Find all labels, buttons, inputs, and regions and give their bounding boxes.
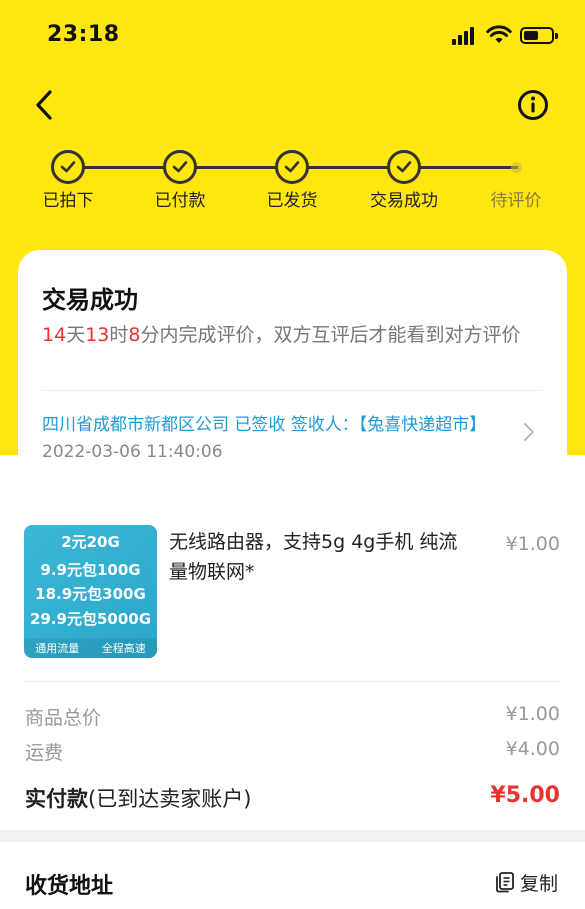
product-image-line: 18.9元包300G <box>35 585 146 603</box>
copy-icon <box>496 872 514 893</box>
logistics-timestamp: 2022-03-06 11:40:06 <box>42 442 223 462</box>
shipping-value: ¥4.00 <box>505 738 560 760</box>
step-done-check-icon <box>163 150 197 184</box>
countdown-text: 分内完成评价，双方互评后才能看到对方评价 <box>140 324 521 346</box>
order-progress: 已拍下 已付款 已发货 交易成功 待评价 <box>0 146 585 216</box>
order-status-card: 交易成功 14天13时8分内完成评价，双方互评后才能看到对方评价 四川省成都市新… <box>18 250 567 488</box>
copy-address-button[interactable]: 复制 <box>495 868 558 896</box>
product-image-line: 29.9元包5000G <box>29 610 152 628</box>
status-bar: 23:18 <box>0 0 585 74</box>
countdown-minutes: 8 <box>128 324 141 346</box>
back-arrow-icon[interactable] <box>30 88 60 122</box>
paid-total-row: 实付款(已到达卖家账户) ¥5.00 <box>25 783 560 813</box>
product-image-footer: 通用流量 全程高速 <box>24 638 157 658</box>
step-label-completed: 交易成功 <box>370 191 438 211</box>
review-countdown: 14天13时8分内完成评价，双方互评后才能看到对方评价 <box>42 320 552 350</box>
step-label-ordered: 已拍下 <box>42 191 94 211</box>
battery-icon <box>520 27 558 44</box>
goods-total-value: ¥1.00 <box>505 703 560 725</box>
section-gap <box>0 830 585 842</box>
info-icon[interactable] <box>517 89 549 121</box>
shipping-row: 运费 ¥4.00 <box>25 738 560 768</box>
product-title[interactable]: 无线路由器，支持5g 4g手机 纯流量物联网* <box>169 527 469 587</box>
step-done-check-icon <box>51 150 85 184</box>
copy-label: 复制 <box>520 872 559 895</box>
countdown-days-unit: 天 <box>66 324 86 346</box>
logistics-status[interactable]: 四川省成都市新都区公司 已签收 签收人：【兔喜快递超市】 <box>42 410 512 435</box>
paid-label: 实付款(已到达卖家账户) <box>25 783 251 813</box>
product-image-tag: 通用流量 <box>35 642 80 655</box>
goods-total-label: 商品总价 <box>25 707 102 729</box>
step-done-check-icon <box>387 150 421 184</box>
product-image[interactable]: 2元20G 9.9元包100G 18.9元包300G 29.9元包5000G 通… <box>24 525 157 658</box>
section-divider <box>24 681 561 682</box>
product-image-tag: 全程高速 <box>101 642 146 655</box>
shipping-label: 运费 <box>25 742 64 764</box>
paid-note: (已到达卖家账户) <box>88 787 252 811</box>
address-section-title: 收货地址 <box>25 874 114 899</box>
step-pending-dot <box>511 162 522 173</box>
cellular-signal-icon <box>452 27 478 45</box>
goods-total-row: 商品总价 ¥1.00 <box>25 703 560 733</box>
product-image-line: 2元20G <box>61 533 120 551</box>
step-label-to-review: 待评价 <box>490 191 542 211</box>
card-divider <box>42 390 542 391</box>
paid-value: ¥5.00 <box>490 783 560 808</box>
paid-label-text: 实付款 <box>25 787 88 811</box>
product-price: ¥1.00 <box>505 533 560 555</box>
order-status-title: 交易成功 <box>42 286 138 314</box>
product-image-line: 9.9元包100G <box>40 561 141 579</box>
step-label-shipped: 已发货 <box>266 191 318 211</box>
step-label-paid: 已付款 <box>154 191 206 211</box>
chevron-right-icon[interactable] <box>521 420 537 444</box>
step-done-check-icon <box>275 150 309 184</box>
countdown-days: 14 <box>42 324 67 346</box>
wifi-icon <box>486 25 512 43</box>
countdown-hours-unit: 时 <box>109 324 129 346</box>
countdown-hours: 13 <box>85 324 110 346</box>
status-time: 23:18 <box>47 22 120 47</box>
